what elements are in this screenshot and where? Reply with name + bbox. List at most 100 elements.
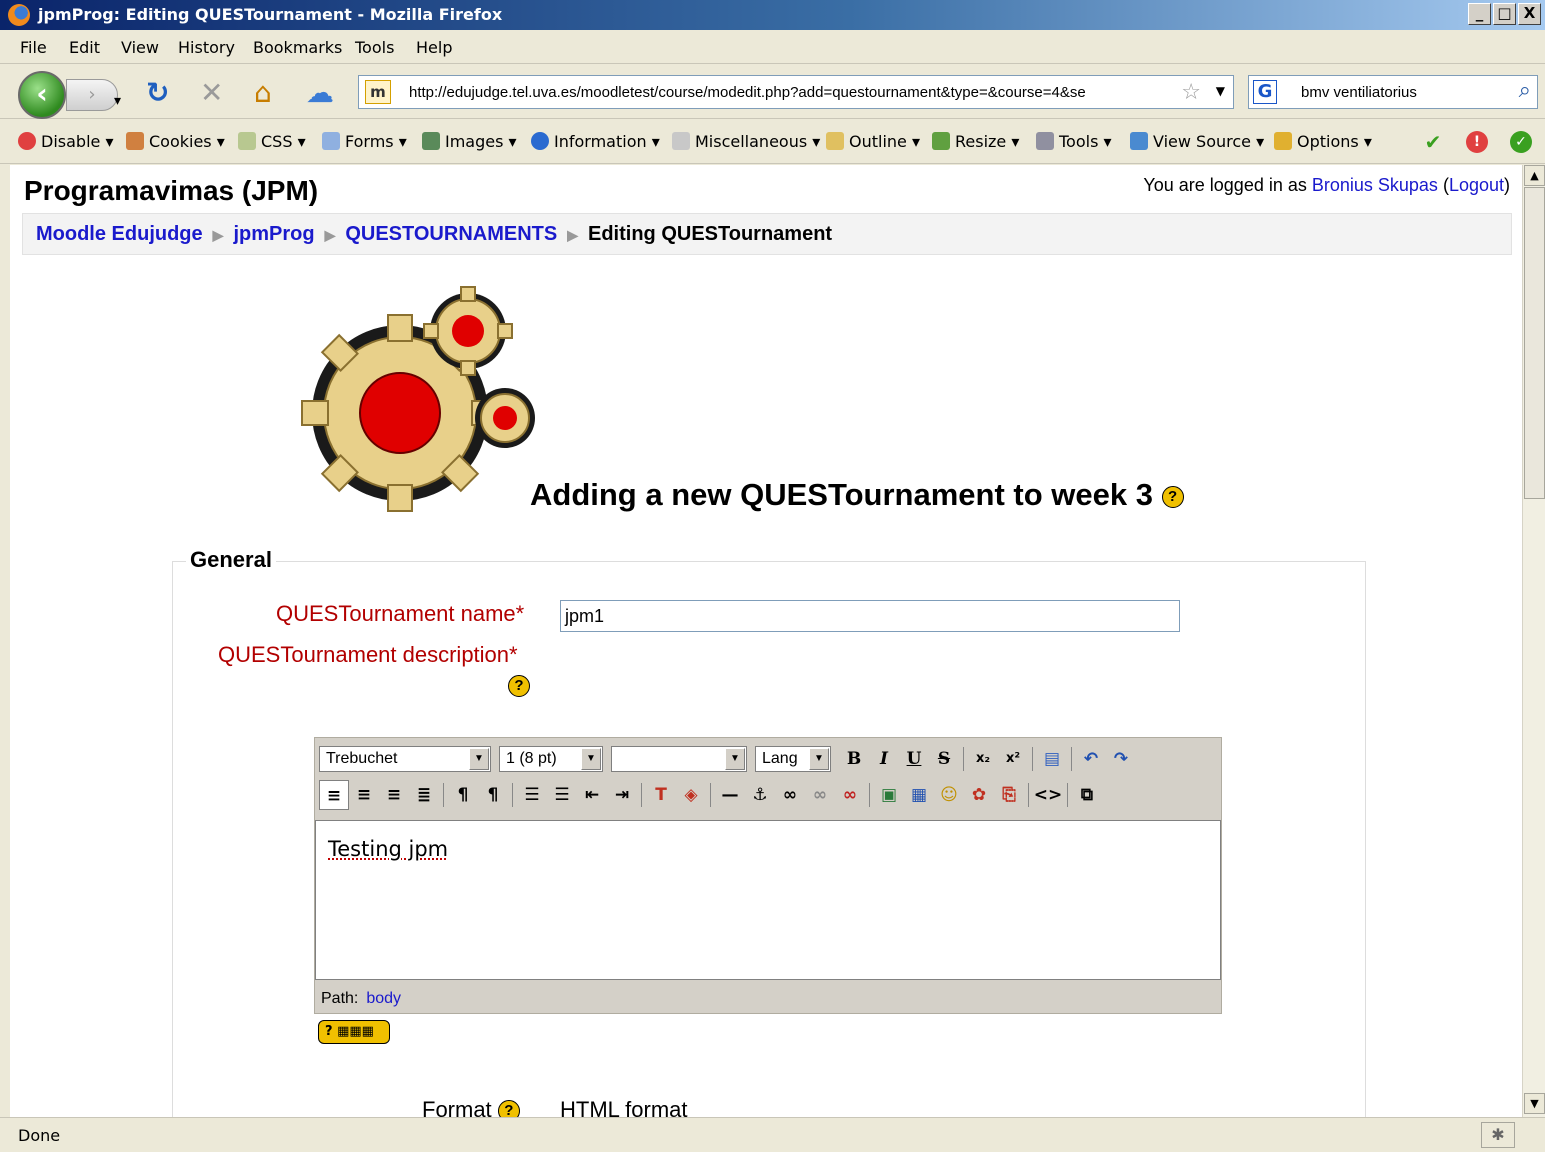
devbar-forms[interactable]: Forms ▾ xyxy=(322,132,407,151)
devbar-cookies[interactable]: Cookies ▾ xyxy=(126,132,225,151)
devbar-css[interactable]: CSS ▾ xyxy=(238,132,306,151)
home-icon[interactable]: ⌂ xyxy=(254,77,272,109)
devbar-miscellaneous[interactable]: Miscellaneous ▾ xyxy=(672,132,820,151)
lang-select[interactable]: Lang ▼ xyxy=(755,746,831,772)
devbar-images[interactable]: Images ▾ xyxy=(422,132,517,151)
bold-button[interactable]: B xyxy=(839,744,869,774)
devbar-outline[interactable]: Outline ▾ xyxy=(826,132,920,151)
url-bar[interactable]: m http://edujudge.tel.uva.es/moodletest/… xyxy=(358,75,1234,109)
search-icon[interactable]: ⌕ xyxy=(1519,78,1531,103)
rtl-icon[interactable]: ¶ xyxy=(478,780,508,810)
scroll-down-icon[interactable]: ▼ xyxy=(1524,1093,1545,1114)
unordered-list-icon[interactable]: ☰ xyxy=(547,780,577,810)
breadcrumb-questournaments[interactable]: QUESTOURNAMENTS xyxy=(345,223,557,245)
devbar-information[interactable]: Information ▾ xyxy=(531,132,660,151)
user-profile-link[interactable]: Bronius Skupas xyxy=(1312,175,1438,195)
style-select[interactable]: ▼ xyxy=(611,746,747,772)
back-button[interactable]: ‹ xyxy=(18,71,66,119)
firebug-icon[interactable]: ✱ xyxy=(1481,1122,1515,1148)
vertical-scrollbar[interactable]: ▲ ▼ xyxy=(1522,165,1545,1117)
reload-icon[interactable]: ↻ xyxy=(146,77,169,109)
validation-check-icon[interactable]: ✔ xyxy=(1422,131,1444,153)
devbar-disable[interactable]: Disable ▾ xyxy=(18,132,113,151)
italic-button[interactable]: I xyxy=(869,744,899,774)
devbar-options[interactable]: Options ▾ xyxy=(1274,132,1372,151)
scrollbar-thumb[interactable] xyxy=(1524,187,1545,499)
unlink-icon[interactable]: ∞ xyxy=(805,780,835,810)
size-dropdown-icon: ▼ xyxy=(581,748,601,770)
devbar-view-source[interactable]: View Source ▾ xyxy=(1130,132,1264,151)
menu-file[interactable]: File xyxy=(20,38,47,57)
menu-bookmarks[interactable]: Bookmarks xyxy=(253,38,342,57)
menu-help[interactable]: Help xyxy=(416,38,452,57)
stop-icon[interactable]: ✕ xyxy=(200,77,223,109)
path-body-link[interactable]: body xyxy=(366,990,401,1007)
size-select[interactable]: 1 (8 pt) ▼ xyxy=(499,746,603,772)
minimize-button[interactable]: _ xyxy=(1468,3,1491,25)
font-select[interactable]: Trebuchet ▼ xyxy=(319,746,491,772)
keyboard-help-icon[interactable]: ? ▦▦▦ xyxy=(318,1020,390,1044)
insert-table-icon[interactable]: ▦ xyxy=(904,780,934,810)
menu-view[interactable]: View xyxy=(121,38,159,57)
fullscreen-icon[interactable]: ⧉ xyxy=(1072,780,1102,810)
align-center-icon[interactable]: ≡ xyxy=(349,780,379,810)
breadcrumb-moodle[interactable]: Moodle Edujudge xyxy=(36,223,203,245)
subscript-button[interactable]: x₂ xyxy=(968,744,998,774)
error-status-icon[interactable]: ! xyxy=(1466,131,1488,153)
breadcrumb-course[interactable]: jpmProg xyxy=(233,223,314,245)
resize-icon xyxy=(932,132,950,150)
smiley-icon[interactable]: ☺ xyxy=(934,780,964,810)
close-button[interactable]: X xyxy=(1518,3,1541,25)
toolbar-separator xyxy=(963,747,964,771)
scroll-up-icon[interactable]: ▲ xyxy=(1524,165,1545,186)
name-input[interactable]: jpm1 xyxy=(560,600,1180,632)
horizontal-rule-icon[interactable]: — xyxy=(715,780,745,810)
ok-status-icon[interactable]: ✓ xyxy=(1510,131,1532,153)
bg-color-icon[interactable]: ◈ xyxy=(676,780,706,810)
name-label: QUESTournament name* xyxy=(276,601,525,626)
heading-help-icon[interactable]: ? xyxy=(1161,485,1184,508)
link-icon[interactable]: ∞ xyxy=(775,780,805,810)
undo-icon[interactable]: ↶ xyxy=(1076,744,1106,774)
format-help-icon[interactable]: ? xyxy=(497,1100,520,1117)
history-dropdown-icon[interactable]: ▾ xyxy=(114,85,121,117)
search-replace-icon[interactable]: ⎘ xyxy=(994,780,1024,810)
bookmark-star-icon[interactable]: ☆ xyxy=(1181,80,1201,105)
maximize-button[interactable]: □ xyxy=(1493,3,1516,25)
html-source-icon[interactable]: <> xyxy=(1033,780,1063,810)
toolbar-separator xyxy=(869,783,870,807)
url-dropdown-icon[interactable]: ▼ xyxy=(1216,84,1225,98)
extension-icon[interactable]: ☁ xyxy=(306,77,334,109)
ordered-list-icon[interactable]: ☰ xyxy=(517,780,547,810)
superscript-button[interactable]: x² xyxy=(998,744,1028,774)
text-color-icon[interactable]: T xyxy=(646,780,676,810)
align-right-icon[interactable]: ≡ xyxy=(379,780,409,810)
search-box[interactable]: G bmv ventiliatorius ⌕ xyxy=(1248,75,1538,109)
anchor-icon[interactable]: ⚓ xyxy=(745,780,775,810)
editor-content-text[interactable]: Testing jpm xyxy=(328,837,448,861)
outdent-icon[interactable]: ⇤ xyxy=(577,780,607,810)
menu-history[interactable]: History xyxy=(178,38,235,57)
devbar-resize[interactable]: Resize ▾ xyxy=(932,132,1019,151)
search-input[interactable]: bmv ventiliatorius xyxy=(1301,84,1417,101)
align-left-icon[interactable]: ≡ xyxy=(319,780,349,810)
search-engine-icon[interactable]: G xyxy=(1253,80,1277,104)
redo-icon[interactable]: ↷ xyxy=(1106,744,1136,774)
editor-content-area[interactable]: Testing jpm xyxy=(315,820,1221,980)
insert-image-icon[interactable]: ▣ xyxy=(874,780,904,810)
description-help-icon[interactable]: ? xyxy=(508,675,530,697)
indent-icon[interactable]: ⇥ xyxy=(607,780,637,810)
url-text[interactable]: http://edujudge.tel.uva.es/moodletest/co… xyxy=(409,84,1179,101)
underline-button[interactable]: U xyxy=(899,744,929,774)
ltr-icon[interactable]: ¶ xyxy=(448,780,478,810)
strikethrough-button[interactable]: S xyxy=(929,744,959,774)
paste-word-icon[interactable]: ▤ xyxy=(1037,744,1067,774)
menu-tools[interactable]: Tools xyxy=(355,38,394,57)
nolink-icon[interactable]: ∞ xyxy=(835,780,865,810)
justify-icon[interactable]: ≣ xyxy=(409,780,439,810)
special-char-icon[interactable]: ✿ xyxy=(964,780,994,810)
devbar-tools[interactable]: Tools ▾ xyxy=(1036,132,1112,151)
logout-link[interactable]: Logout xyxy=(1449,175,1504,195)
menu-edit[interactable]: Edit xyxy=(69,38,100,57)
forward-button[interactable]: › xyxy=(66,79,118,111)
